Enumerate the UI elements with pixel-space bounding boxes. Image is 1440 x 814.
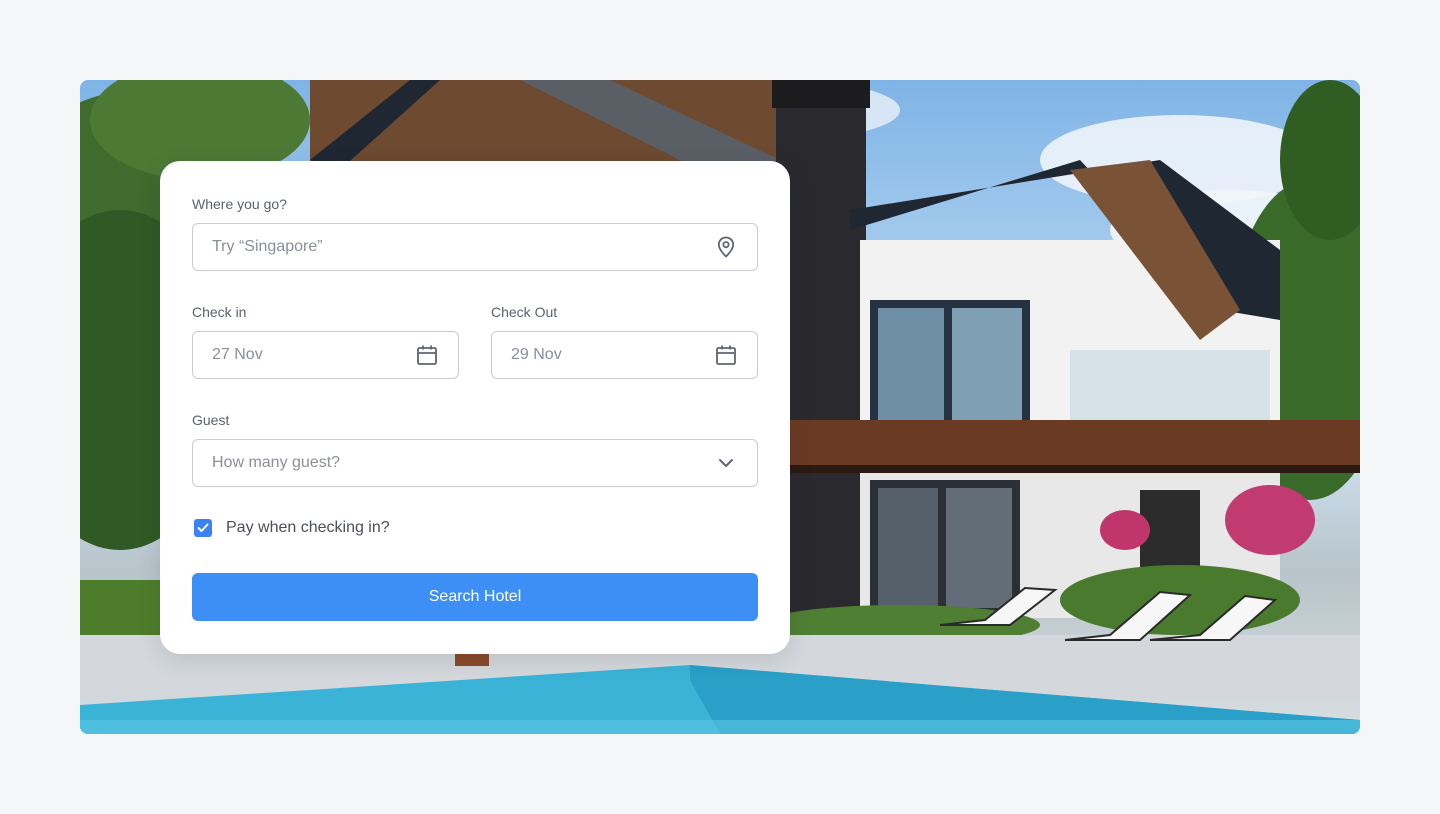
hotel-search-card: Where you go? Try “Singapore” Check in 2… — [160, 161, 790, 654]
destination-placeholder: Try “Singapore” — [212, 238, 323, 255]
pay-on-checkin-checkbox[interactable] — [194, 519, 212, 537]
check-out-input[interactable]: 29 Nov — [491, 331, 758, 379]
destination-group: Where you go? Try “Singapore” — [192, 195, 758, 271]
check-out-label: Check Out — [491, 304, 558, 320]
check-out-value: 29 Nov — [511, 346, 562, 363]
check-in-group: Check in 27 Nov — [192, 303, 459, 379]
checkmark-icon — [197, 523, 209, 532]
guest-group: Guest How many guest? — [192, 411, 758, 487]
calendar-icon[interactable] — [715, 344, 737, 366]
guest-placeholder: How many guest? — [212, 454, 341, 471]
guest-label: Guest — [192, 412, 230, 428]
search-hotel-button[interactable]: Search Hotel — [192, 573, 758, 621]
calendar-icon[interactable] — [416, 344, 438, 366]
pay-on-checkin-row: Pay when checking in? — [192, 519, 758, 537]
check-in-input[interactable]: 27 Nov — [192, 331, 459, 379]
check-in-label: Check in — [192, 304, 247, 320]
guest-select[interactable]: How many guest? — [192, 439, 758, 487]
check-in-value: 27 Nov — [212, 346, 263, 363]
destination-input[interactable]: Try “Singapore” — [192, 223, 758, 271]
destination-label: Where you go? — [192, 196, 287, 212]
check-out-group: Check Out 29 Nov — [491, 303, 758, 379]
pay-on-checkin-label[interactable]: Pay when checking in? — [226, 519, 390, 537]
chevron-down-icon — [715, 452, 737, 474]
location-pin-icon — [715, 236, 737, 258]
date-row: Check in 27 Nov Check Out 29 Nov — [192, 303, 758, 379]
